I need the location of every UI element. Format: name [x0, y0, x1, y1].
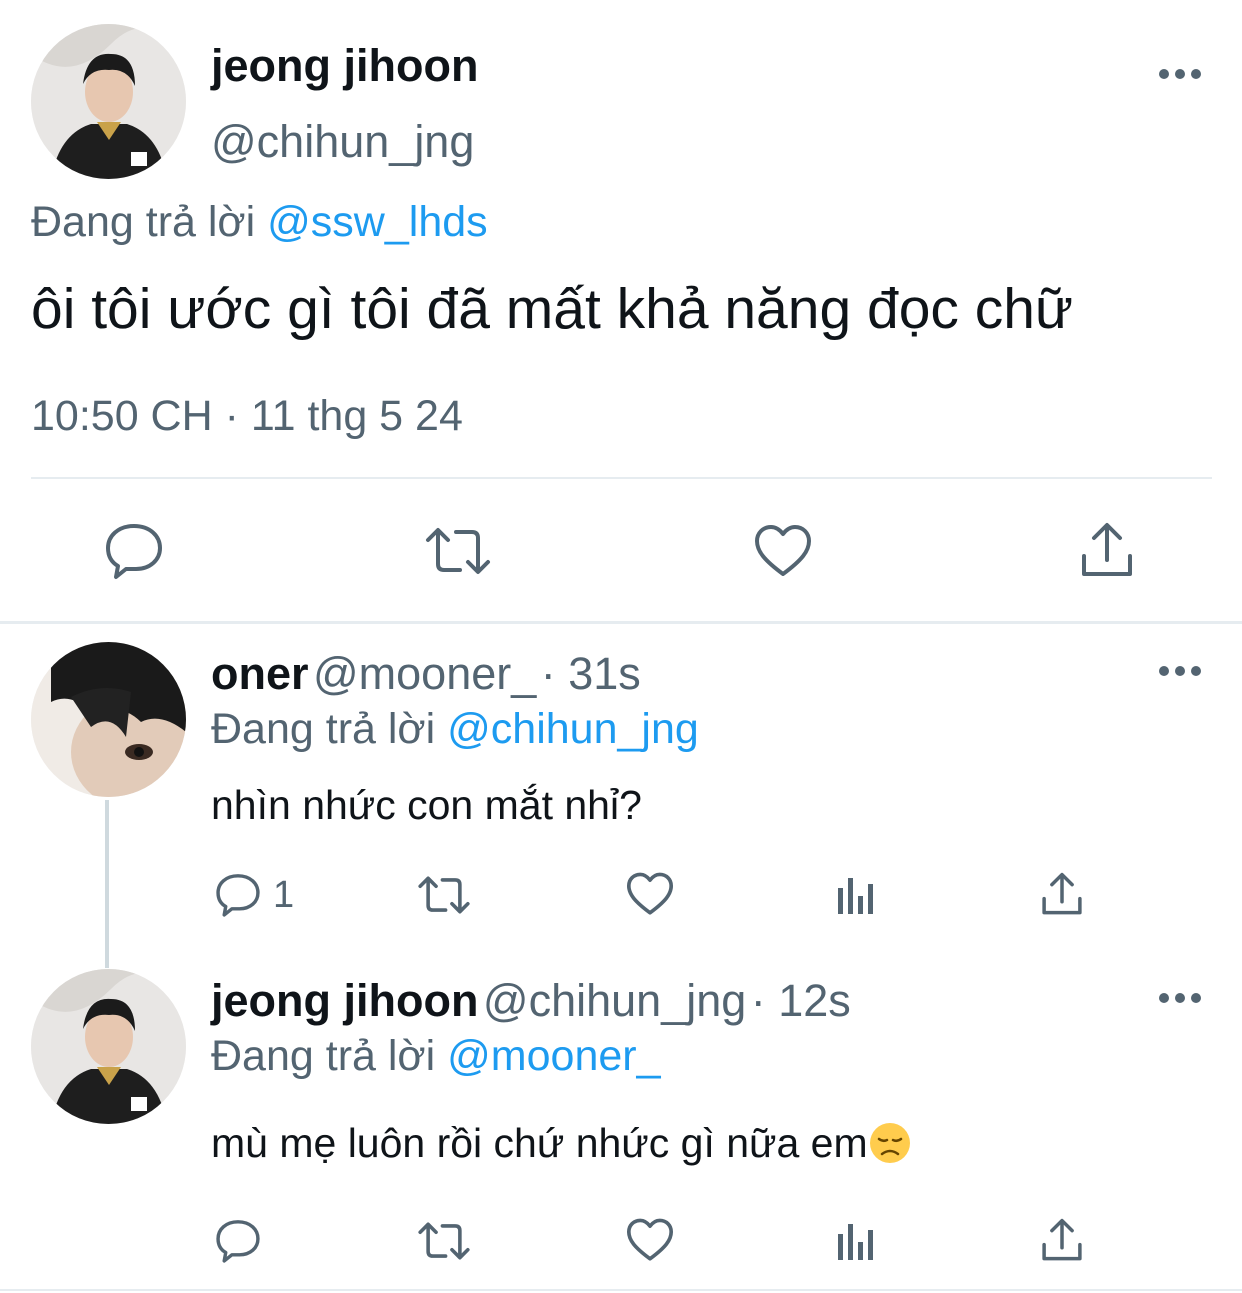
reply2-text-row: mù mẹ luôn rồi chứ nhức gì nữa em: [211, 1120, 912, 1167]
reply1-share-icon[interactable]: [1041, 872, 1083, 916]
reply2-display-name[interactable]: jeong jihoon: [211, 975, 478, 1026]
reply2-reply-icon[interactable]: [215, 1218, 261, 1264]
main-reply-icon[interactable]: [104, 522, 164, 580]
main-replying-to: Đang trả lời @ssw_lhds: [31, 198, 488, 247]
main-avatar[interactable]: [31, 24, 186, 179]
reply2-header: jeong jihoon @chihun_jng · 12s: [211, 975, 851, 1027]
reply2-more-icon[interactable]: [1158, 986, 1202, 1010]
main-like-icon[interactable]: [754, 524, 812, 578]
reply1-reply-action[interactable]: 1: [215, 872, 294, 918]
reply1-avatar[interactable]: [31, 642, 186, 797]
replying-prefix: Đang trả lời: [211, 705, 436, 753]
section-divider: [0, 621, 1242, 624]
main-share-icon[interactable]: [1080, 522, 1134, 578]
reply1-analytics-icon[interactable]: [836, 874, 876, 916]
replying-prefix: Đang trả lời: [211, 1032, 436, 1080]
reply2-retweet-icon[interactable]: [417, 1221, 471, 1261]
reply1-text: nhìn nhức con mắt nhỉ?: [211, 782, 642, 828]
reply1-handle[interactable]: @mooner_: [313, 648, 536, 699]
reply2-handle[interactable]: @chihun_jng: [483, 975, 746, 1026]
disappointed-face-icon: [868, 1121, 912, 1165]
reply1-more-icon[interactable]: [1158, 659, 1202, 683]
reply2-avatar[interactable]: [31, 969, 186, 1124]
replying-mention[interactable]: @mooner_: [447, 1032, 660, 1080]
reply1-reply-count: 1: [273, 873, 295, 916]
reply1-time[interactable]: · 31s: [541, 648, 641, 699]
reply1-replying-to: Đang trả lời @chihun_jng: [211, 705, 699, 754]
reply2-analytics-icon[interactable]: [836, 1220, 876, 1262]
main-retweet-icon[interactable]: [424, 526, 492, 576]
reply-icon: [215, 872, 261, 918]
bottom-divider: [0, 1289, 1242, 1291]
thread-line: [105, 800, 109, 968]
reply1-display-name[interactable]: oner: [211, 648, 309, 699]
replying-prefix: Đang trả lời: [31, 198, 256, 246]
main-timestamp[interactable]: 10:50 CH · 11 thg 5 24: [31, 392, 463, 441]
replying-mention[interactable]: @chihun_jng: [447, 705, 699, 753]
main-tweet-text: ôi tôi ước gì tôi đã mất khả năng đọc ch…: [31, 277, 1074, 341]
reply1-header: oner @mooner_ · 31s: [211, 648, 641, 700]
main-divider: [31, 477, 1212, 479]
main-display-name[interactable]: jeong jihoon: [211, 40, 478, 92]
reply2-time[interactable]: · 12s: [751, 975, 851, 1026]
main-handle[interactable]: @chihun_jng: [211, 116, 474, 168]
reply2-text: mù mẹ luôn rồi chứ nhức gì nữa em: [211, 1120, 868, 1166]
replying-mention[interactable]: @ssw_lhds: [267, 198, 488, 246]
reply2-share-icon[interactable]: [1041, 1218, 1083, 1262]
reply1-retweet-icon[interactable]: [417, 875, 471, 915]
reply2-replying-to: Đang trả lời @mooner_: [211, 1032, 661, 1081]
reply2-like-icon[interactable]: [626, 1218, 674, 1262]
reply1-like-icon[interactable]: [626, 872, 674, 916]
main-more-icon[interactable]: [1158, 62, 1202, 86]
